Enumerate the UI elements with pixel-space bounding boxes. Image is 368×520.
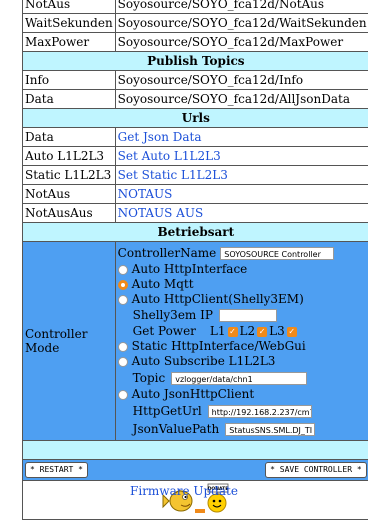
row-key: NotAus bbox=[23, 0, 116, 14]
table-row: MaxPower Soyosource/SOYO_fca12d/MaxPower bbox=[23, 33, 368, 52]
shelly-ip-label: Shelly3em IP bbox=[133, 308, 213, 323]
table-row: Data Soyosource/SOYO_fca12d/AllJsonData bbox=[23, 90, 368, 109]
row-key: Data bbox=[23, 128, 116, 147]
json-value-path-label: JsonValuePath bbox=[133, 422, 220, 437]
controller-mode-text: Controller Mode bbox=[25, 327, 113, 355]
table-row: NotAus Soyosource/SOYO_fca12d/NotAus bbox=[23, 0, 368, 14]
row-value: Soyosource/SOYO_fca12d/Info bbox=[115, 71, 368, 90]
table-row: NotAus NOTAUS bbox=[23, 185, 368, 204]
row-value: Soyosource/SOYO_fca12d/WaitSekunden bbox=[115, 14, 368, 33]
topic-input[interactable]: vzlogger/data/chn1 bbox=[171, 372, 307, 385]
row-key: Static L1L2L3 bbox=[23, 166, 116, 185]
table-row: WaitSekunden Soyosource/SOYO_fca12d/Wait… bbox=[23, 14, 368, 33]
notaus-link[interactable]: NOTAUS bbox=[118, 187, 173, 201]
section-header-row: Urls bbox=[23, 109, 368, 128]
http-get-url-label: HttpGetUrl bbox=[133, 404, 202, 419]
phase-label-l3: L3 bbox=[269, 324, 285, 339]
row-value: Soyosource/SOYO_fca12d/AllJsonData bbox=[115, 90, 368, 109]
row-value: Soyosource/SOYO_fca12d/MaxPower bbox=[115, 33, 368, 52]
phase-label-l1: L1 bbox=[210, 324, 226, 339]
footer: Firmware Update bbox=[0, 484, 368, 498]
table-row: NotAusAus NOTAUS AUS bbox=[23, 204, 368, 223]
row-key: WaitSekunden bbox=[23, 14, 116, 33]
table-row: Info Soyosource/SOYO_fca12d/Info bbox=[23, 71, 368, 90]
radio-http-interface[interactable] bbox=[118, 265, 128, 275]
radio-mqtt[interactable] bbox=[118, 280, 128, 290]
controller-mode-panel: ControllerName SOYOSOURCE Controller Aut… bbox=[115, 242, 368, 441]
radio-json-http[interactable] bbox=[118, 390, 128, 400]
notaus-aus-link[interactable]: NOTAUS AUS bbox=[118, 206, 204, 220]
spacer-cell bbox=[23, 441, 368, 460]
row-key: Data bbox=[23, 90, 116, 109]
radio-static-http[interactable] bbox=[118, 342, 128, 352]
json-value-path-input[interactable]: StatusSNS.SML.DJ_TI bbox=[225, 423, 315, 436]
row-key: MaxPower bbox=[23, 33, 116, 52]
phase-label-l2: L2 bbox=[240, 324, 256, 339]
shelly-ip-input[interactable] bbox=[219, 309, 277, 322]
row-key: Info bbox=[23, 71, 116, 90]
settings-table: NotAus Soyosource/SOYO_fca12d/NotAus Wai… bbox=[22, 0, 368, 520]
table-row: Static L1L2L3 Set Static L1L2L3 bbox=[23, 166, 368, 185]
option-label: Static HttpInterface/WebGui bbox=[132, 339, 306, 354]
topic-label: Topic bbox=[133, 371, 166, 386]
controller-name-label: ControllerName bbox=[118, 246, 217, 261]
table-row: Auto L1L2L3 Set Auto L1L2L3 bbox=[23, 147, 368, 166]
publish-topics-header: Publish Topics bbox=[23, 52, 368, 71]
restart-button[interactable]: * RESTART * bbox=[25, 462, 88, 478]
http-get-url-input[interactable]: http://192.168.2.237/cm?c bbox=[208, 405, 312, 418]
option-label: Auto JsonHttpClient bbox=[132, 387, 254, 402]
l2-checkbox[interactable]: ✓ bbox=[257, 327, 267, 337]
set-auto-link[interactable]: Set Auto L1L2L3 bbox=[118, 149, 221, 163]
controller-name-input[interactable]: SOYOSOURCE Controller bbox=[220, 247, 334, 260]
firmware-update-link[interactable]: Firmware Update bbox=[130, 484, 238, 498]
section-header-row: Betriebsart bbox=[23, 223, 368, 242]
row-value: Soyosource/SOYO_fca12d/NotAus bbox=[115, 0, 368, 14]
radio-http-client[interactable] bbox=[118, 295, 128, 305]
button-cell: * RESTART * * SAVE CONTROLLER * bbox=[23, 460, 368, 481]
row-key: NotAus bbox=[23, 185, 116, 204]
section-header-row: Publish Topics bbox=[23, 52, 368, 71]
row-key: Auto L1L2L3 bbox=[23, 147, 116, 166]
controller-mode-row: Controller Mode ControllerName SOYOSOURC… bbox=[23, 242, 368, 441]
controller-mode-label: Controller Mode bbox=[23, 242, 116, 441]
table-row: Data Get Json Data bbox=[23, 128, 368, 147]
option-label: Auto Mqtt bbox=[132, 277, 194, 292]
get-power-label: Get Power bbox=[133, 324, 196, 339]
button-row: * RESTART * * SAVE CONTROLLER * bbox=[23, 460, 368, 481]
l1-checkbox[interactable]: ✓ bbox=[228, 327, 238, 337]
radio-subscribe[interactable] bbox=[118, 357, 128, 367]
option-label: Auto HttpInterface bbox=[132, 262, 248, 277]
l3-checkbox[interactable]: ✓ bbox=[287, 327, 297, 337]
option-label: Auto Subscribe L1L2L3 bbox=[132, 354, 276, 369]
set-static-link[interactable]: Set Static L1L2L3 bbox=[118, 168, 228, 182]
betriebsart-header: Betriebsart bbox=[23, 223, 368, 242]
save-controller-button[interactable]: * SAVE CONTROLLER * bbox=[265, 462, 367, 478]
row-key: NotAusAus bbox=[23, 204, 116, 223]
urls-header: Urls bbox=[23, 109, 368, 128]
get-json-data-link[interactable]: Get Json Data bbox=[118, 130, 202, 144]
option-label: Auto HttpClient(Shelly3EM) bbox=[132, 292, 304, 307]
spacer-row bbox=[23, 441, 368, 460]
